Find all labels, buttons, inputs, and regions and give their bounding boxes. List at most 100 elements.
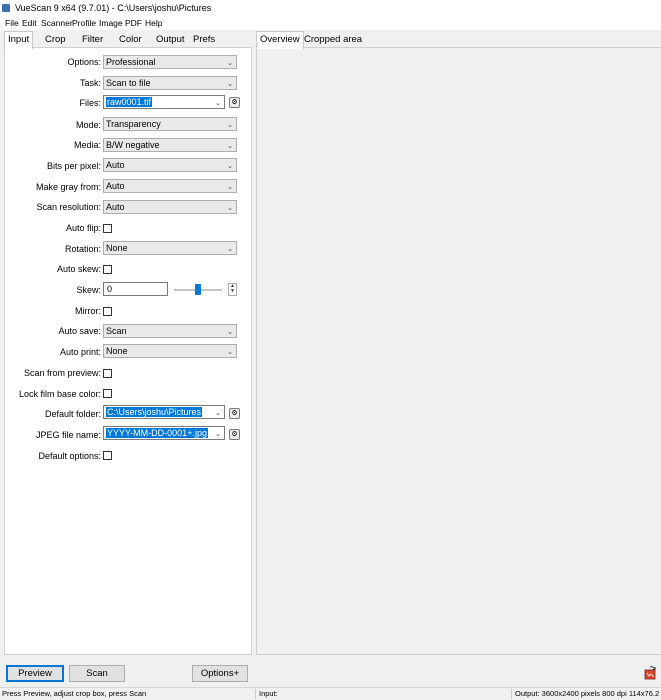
media-select[interactable]: B/W negative ⌄ bbox=[103, 138, 237, 152]
task-select[interactable]: Scan to file ⌄ bbox=[103, 76, 237, 90]
auto-skew-checkbox[interactable] bbox=[103, 265, 112, 274]
scan-from-preview-checkbox[interactable] bbox=[103, 369, 112, 378]
chevron-down-icon[interactable]: ⌄ bbox=[215, 98, 221, 110]
scan-resolution-value: Auto bbox=[106, 202, 125, 212]
tab-cropped-area[interactable]: Cropped area bbox=[301, 32, 365, 48]
tab-input[interactable]: Input bbox=[4, 31, 34, 49]
scan-resolution-select[interactable]: Auto ⌄ bbox=[103, 200, 237, 214]
menu-file[interactable]: File bbox=[5, 18, 19, 28]
status-divider bbox=[511, 689, 512, 699]
rotate-image-icon[interactable] bbox=[644, 666, 657, 680]
chevron-down-icon: ⌄ bbox=[227, 81, 233, 88]
chevron-down-icon[interactable]: ⌄ bbox=[215, 429, 221, 441]
skew-label: Skew: bbox=[76, 285, 101, 295]
files-value: raw0001.tif bbox=[106, 97, 153, 107]
skew-spinner[interactable]: ▲ ▼ bbox=[228, 283, 237, 296]
files-input[interactable]: raw0001.tif ⌄ bbox=[103, 95, 225, 109]
mirror-checkbox[interactable] bbox=[103, 307, 112, 316]
status-divider bbox=[255, 689, 256, 699]
app-icon bbox=[2, 4, 10, 12]
tab-crop[interactable]: Crop bbox=[42, 32, 69, 48]
auto-print-select[interactable]: None ⌄ bbox=[103, 344, 237, 358]
status-hint: Press Preview, adjust crop box, press Sc… bbox=[2, 689, 147, 698]
scan-from-preview-label: Scan from preview: bbox=[23, 368, 101, 378]
default-folder-value: C:\Users\joshu\Pictures bbox=[106, 407, 203, 417]
scan-resolution-label: Scan resolution: bbox=[36, 202, 101, 212]
options-select[interactable]: Professional ⌄ bbox=[103, 55, 237, 69]
default-folder-label: Default folder: bbox=[44, 409, 101, 419]
mode-select[interactable]: Transparency ⌄ bbox=[103, 117, 237, 131]
tab-overview[interactable]: Overview bbox=[256, 31, 304, 49]
tab-output[interactable]: Output bbox=[153, 32, 188, 48]
chevron-down-icon: ⌄ bbox=[227, 205, 233, 212]
media-label: Media: bbox=[73, 140, 101, 150]
jpeg-file-name-input[interactable]: YYYY-MM-DD-0001+.jpg ⌄ bbox=[103, 426, 225, 440]
chevron-down-icon: ⌄ bbox=[227, 329, 233, 336]
scan-button[interactable]: Scan bbox=[69, 665, 125, 682]
menu-scanner[interactable]: Scanner bbox=[41, 18, 73, 28]
preview-button[interactable]: Preview bbox=[6, 665, 64, 682]
menu-bar: File Edit Scanner Profile Image PDF Help bbox=[0, 16, 661, 30]
jpeg-file-name-label: JPEG file name: bbox=[35, 430, 101, 440]
chevron-down-icon: ⌄ bbox=[227, 349, 233, 356]
rotation-value: None bbox=[106, 243, 128, 253]
media-value: B/W negative bbox=[106, 140, 160, 150]
bits-per-pixel-value: Auto bbox=[106, 160, 125, 170]
rotation-select[interactable]: None ⌄ bbox=[103, 241, 237, 255]
options-plus-button[interactable]: Options+ bbox=[192, 665, 248, 682]
make-gray-from-value: Auto bbox=[106, 181, 125, 191]
chevron-down-icon: ⌄ bbox=[227, 184, 233, 191]
menu-edit[interactable]: Edit bbox=[22, 18, 37, 28]
preview-area bbox=[256, 47, 661, 655]
options-label: Options: bbox=[67, 57, 101, 67]
gear-icon[interactable]: ⚙ bbox=[229, 429, 240, 440]
tab-color[interactable]: Color bbox=[116, 32, 145, 48]
chevron-down-icon: ⌄ bbox=[227, 122, 233, 129]
chevron-down-icon: ⌄ bbox=[227, 60, 233, 67]
tab-prefs[interactable]: Prefs bbox=[190, 32, 218, 48]
menu-pdf[interactable]: PDF bbox=[125, 18, 142, 28]
default-options-label: Default options: bbox=[38, 451, 101, 461]
auto-save-select[interactable]: Scan ⌄ bbox=[103, 324, 237, 338]
auto-skew-label: Auto skew: bbox=[56, 264, 101, 274]
make-gray-from-select[interactable]: Auto ⌄ bbox=[103, 179, 237, 193]
jpeg-file-name-value: YYYY-MM-DD-0001+.jpg bbox=[106, 428, 208, 438]
auto-save-value: Scan bbox=[106, 326, 127, 336]
title-bar: VueScan 9 x64 (9.7.01) - C:\Users\joshu\… bbox=[0, 0, 661, 16]
default-folder-input[interactable]: C:\Users\joshu\Pictures ⌄ bbox=[103, 405, 225, 419]
lock-film-base-color-checkbox[interactable] bbox=[103, 389, 112, 398]
bits-per-pixel-label: Bits per pixel: bbox=[46, 161, 101, 171]
files-label: Files: bbox=[79, 98, 101, 108]
status-output: Output: 3600x2400 pixels 800 dpi 114x76.… bbox=[515, 689, 661, 698]
auto-print-label: Auto print: bbox=[59, 347, 101, 357]
auto-print-value: None bbox=[106, 346, 128, 356]
skew-slider-thumb[interactable] bbox=[195, 284, 201, 295]
gear-icon[interactable]: ⚙ bbox=[229, 408, 240, 419]
skew-input[interactable]: 0 bbox=[103, 282, 168, 296]
spin-down-icon[interactable]: ▼ bbox=[229, 289, 236, 294]
auto-flip-label: Auto flip: bbox=[65, 223, 101, 233]
status-bar: Press Preview, adjust crop box, press Sc… bbox=[0, 687, 661, 700]
auto-save-label: Auto save: bbox=[58, 326, 101, 336]
tab-filter[interactable]: Filter bbox=[79, 32, 106, 48]
lock-film-base-color-label: Lock film base color: bbox=[18, 389, 101, 399]
gear-icon[interactable]: ⚙ bbox=[229, 97, 240, 108]
menu-image[interactable]: Image bbox=[99, 18, 123, 28]
default-options-checkbox[interactable] bbox=[103, 451, 112, 460]
mode-label: Mode: bbox=[75, 120, 101, 130]
mode-value: Transparency bbox=[106, 119, 161, 129]
options-value: Professional bbox=[106, 57, 156, 67]
chevron-down-icon: ⌄ bbox=[227, 143, 233, 150]
status-input: Input: bbox=[259, 689, 278, 698]
chevron-down-icon: ⌄ bbox=[227, 163, 233, 170]
bits-per-pixel-select[interactable]: Auto ⌄ bbox=[103, 158, 237, 172]
auto-flip-checkbox[interactable] bbox=[103, 224, 112, 233]
menu-profile[interactable]: Profile bbox=[72, 18, 96, 28]
chevron-down-icon: ⌄ bbox=[227, 246, 233, 253]
rotation-label: Rotation: bbox=[64, 244, 101, 254]
make-gray-from-label: Make gray from: bbox=[35, 182, 101, 192]
chevron-down-icon[interactable]: ⌄ bbox=[215, 408, 221, 420]
task-label: Task: bbox=[79, 78, 101, 88]
menu-help[interactable]: Help bbox=[145, 18, 162, 28]
task-value: Scan to file bbox=[106, 78, 151, 88]
